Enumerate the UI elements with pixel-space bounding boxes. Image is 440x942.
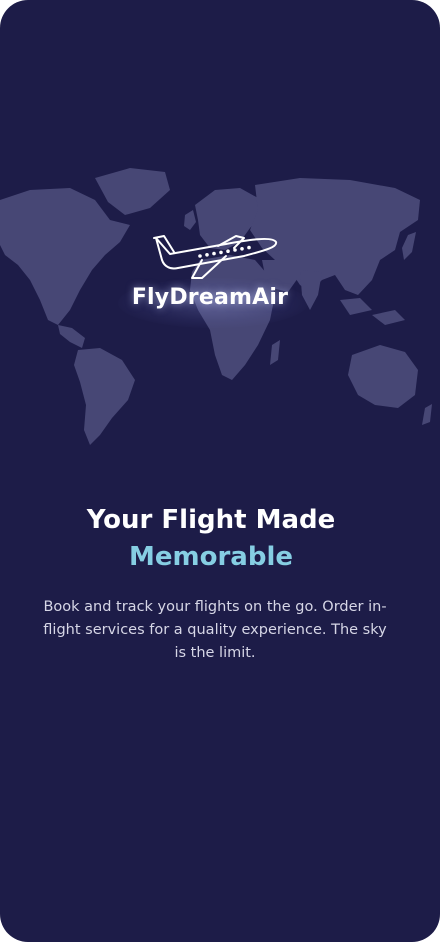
airplane-icon [153,235,278,279]
title-line-2: Memorable [129,542,293,572]
app-logo-text: FlyDreamAir [131,285,289,310]
title-line-1: Your Flight Made [86,505,336,535]
page-description: Book and track your flights on the go. O… [43,599,387,661]
page-title: Your Flight Made Memorable [0,502,422,576]
onboarding-screen: FlyDreamAir Your Flight Made Memorable B… [0,0,440,942]
